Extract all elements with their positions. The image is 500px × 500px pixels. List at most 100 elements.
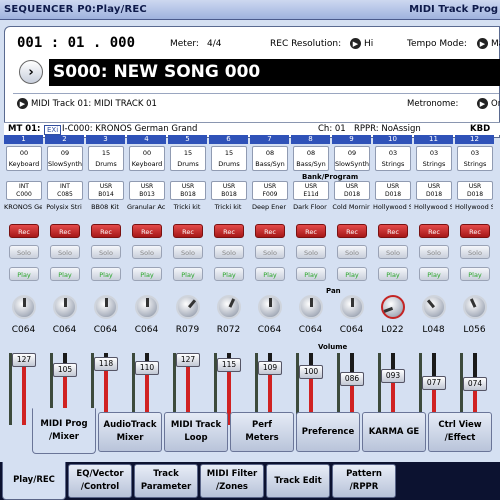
volume-fader-handle[interactable]: 105 bbox=[53, 363, 77, 378]
program-category-button[interactable]: 00 Keyboard bbox=[129, 146, 165, 171]
solo-button[interactable]: Solo bbox=[378, 245, 408, 259]
rec-button[interactable]: Rec bbox=[173, 224, 203, 238]
volume-fader-handle[interactable]: 093 bbox=[381, 368, 405, 383]
volume-fader-handle[interactable]: 127 bbox=[176, 353, 200, 367]
song-select-button[interactable]: › bbox=[19, 60, 43, 84]
play-mute-button[interactable]: Play bbox=[255, 267, 285, 281]
rec-button[interactable]: Rec bbox=[378, 224, 408, 238]
upper-tab-0[interactable]: MIDI Prog/Mixer bbox=[32, 408, 96, 454]
bank-program-button[interactable]: USR D018 bbox=[457, 181, 493, 200]
program-category-button[interactable]: 09 SlowSynth bbox=[334, 146, 370, 171]
track-number[interactable]: 4 bbox=[127, 135, 166, 144]
bank-program-button[interactable]: USR B013 bbox=[129, 181, 165, 200]
pan-knob[interactable] bbox=[299, 295, 323, 319]
track-number[interactable]: 9 bbox=[332, 135, 371, 144]
solo-button[interactable]: Solo bbox=[214, 245, 244, 259]
program-category-button[interactable]: 15 Drums bbox=[211, 146, 247, 171]
pan-knob[interactable] bbox=[422, 295, 446, 319]
solo-button[interactable]: Solo bbox=[91, 245, 121, 259]
bank-program-button[interactable]: USR E11d bbox=[293, 181, 329, 200]
program-category-button[interactable]: 03 Strings bbox=[416, 146, 452, 171]
pan-knob[interactable] bbox=[176, 295, 200, 319]
play-mute-button[interactable]: Play bbox=[296, 267, 326, 281]
pan-knob[interactable] bbox=[53, 295, 77, 319]
lower-tab-3[interactable]: MIDI Filter/Zones bbox=[200, 464, 264, 498]
track-number[interactable]: 3 bbox=[86, 135, 125, 144]
bank-program-button[interactable]: USR B014 bbox=[88, 181, 124, 200]
bank-program-button[interactable]: INT C085 bbox=[47, 181, 83, 200]
track-number[interactable]: 7 bbox=[250, 135, 289, 144]
upper-tab-6[interactable]: Ctrl View/Effect bbox=[428, 412, 492, 452]
track-number[interactable]: 2 bbox=[45, 135, 84, 144]
play-mute-button[interactable]: Play bbox=[419, 267, 449, 281]
program-category-button[interactable]: 00 Keyboard bbox=[6, 146, 42, 171]
bank-program-button[interactable]: USR D018 bbox=[334, 181, 370, 200]
bank-program-button[interactable]: USR F009 bbox=[252, 181, 288, 200]
volume-fader-handle[interactable]: 100 bbox=[299, 365, 323, 380]
lower-tab-5[interactable]: Pattern/RPPR bbox=[332, 464, 396, 498]
track-number[interactable]: 8 bbox=[291, 135, 330, 144]
pan-knob[interactable] bbox=[381, 295, 405, 319]
play-mute-button[interactable]: Play bbox=[9, 267, 39, 281]
track-number[interactable]: 10 bbox=[373, 135, 412, 144]
solo-button[interactable]: Solo bbox=[132, 245, 162, 259]
lower-tab-2[interactable]: Track Parameter bbox=[134, 464, 198, 498]
rec-button[interactable]: Rec bbox=[296, 224, 326, 238]
rec-resolution-select[interactable]: ▶ Hi bbox=[350, 38, 373, 49]
rec-button[interactable]: Rec bbox=[132, 224, 162, 238]
pan-knob[interactable] bbox=[217, 295, 241, 319]
rec-button[interactable]: Rec bbox=[337, 224, 367, 238]
solo-button[interactable]: Solo bbox=[173, 245, 203, 259]
solo-button[interactable]: Solo bbox=[296, 245, 326, 259]
rec-button[interactable]: Rec bbox=[91, 224, 121, 238]
upper-tab-4[interactable]: Preference bbox=[296, 412, 360, 452]
bank-program-button[interactable]: INT C000 bbox=[6, 181, 42, 200]
solo-button[interactable]: Solo bbox=[460, 245, 490, 259]
volume-fader-handle[interactable]: 074 bbox=[463, 377, 487, 392]
play-mute-button[interactable]: Play bbox=[337, 267, 367, 281]
solo-button[interactable]: Solo bbox=[419, 245, 449, 259]
lower-tab-1[interactable]: EQ/Vector/Control bbox=[68, 464, 132, 498]
pan-knob[interactable] bbox=[12, 295, 36, 319]
volume-fader-handle[interactable]: 109 bbox=[258, 361, 282, 376]
bank-program-button[interactable]: USR D018 bbox=[375, 181, 411, 200]
track-number[interactable]: 12 bbox=[455, 135, 494, 144]
program-category-button[interactable]: 08 Bass/Syn bbox=[252, 146, 288, 171]
volume-fader-handle[interactable]: 127 bbox=[12, 353, 36, 367]
play-mute-button[interactable]: Play bbox=[460, 267, 490, 281]
program-category-button[interactable]: 08 Bass/Syn bbox=[293, 146, 329, 171]
solo-button[interactable]: Solo bbox=[9, 245, 39, 259]
rec-button[interactable]: Rec bbox=[50, 224, 80, 238]
lower-tab-4[interactable]: Track Edit bbox=[266, 464, 330, 498]
play-mute-button[interactable]: Play bbox=[50, 267, 80, 281]
metronome-select[interactable]: ▶On bbox=[477, 98, 500, 109]
program-category-button[interactable]: 03 Strings bbox=[457, 146, 493, 171]
volume-fader-handle[interactable]: 110 bbox=[135, 360, 159, 375]
bank-program-button[interactable]: USR B018 bbox=[211, 181, 247, 200]
pan-knob[interactable] bbox=[135, 295, 159, 319]
rec-button[interactable]: Rec bbox=[214, 224, 244, 238]
program-category-button[interactable]: 09 SlowSynth bbox=[47, 146, 83, 171]
play-mute-button[interactable]: Play bbox=[173, 267, 203, 281]
play-mute-button[interactable]: Play bbox=[214, 267, 244, 281]
upper-tab-1[interactable]: AudioTrack Mixer bbox=[98, 412, 162, 452]
play-mute-button[interactable]: Play bbox=[132, 267, 162, 281]
program-category-button[interactable]: 15 Drums bbox=[88, 146, 124, 171]
upper-tab-2[interactable]: MIDI Track Loop bbox=[164, 412, 228, 452]
bank-program-button[interactable]: USR B018 bbox=[170, 181, 206, 200]
volume-fader-handle[interactable]: 115 bbox=[217, 358, 241, 373]
tempo-mode-select[interactable]: ▶Ma bbox=[477, 38, 500, 49]
track-number[interactable]: 5 bbox=[168, 135, 207, 144]
volume-fader-handle[interactable]: 077 bbox=[422, 375, 446, 390]
play-mute-button[interactable]: Play bbox=[378, 267, 408, 281]
rec-button[interactable]: Rec bbox=[419, 224, 449, 238]
pan-knob[interactable] bbox=[340, 295, 364, 319]
meter-value[interactable]: 4/4 bbox=[207, 39, 221, 49]
track-number[interactable]: 1 bbox=[4, 135, 43, 144]
pan-knob[interactable] bbox=[258, 295, 282, 319]
rec-button[interactable]: Rec bbox=[255, 224, 285, 238]
solo-button[interactable]: Solo bbox=[255, 245, 285, 259]
track-select[interactable]: ▶ MIDI Track 01: MIDI TRACK 01 bbox=[17, 98, 157, 109]
pan-knob[interactable] bbox=[463, 295, 487, 319]
lower-tab-0[interactable]: Play/REC bbox=[2, 462, 66, 500]
